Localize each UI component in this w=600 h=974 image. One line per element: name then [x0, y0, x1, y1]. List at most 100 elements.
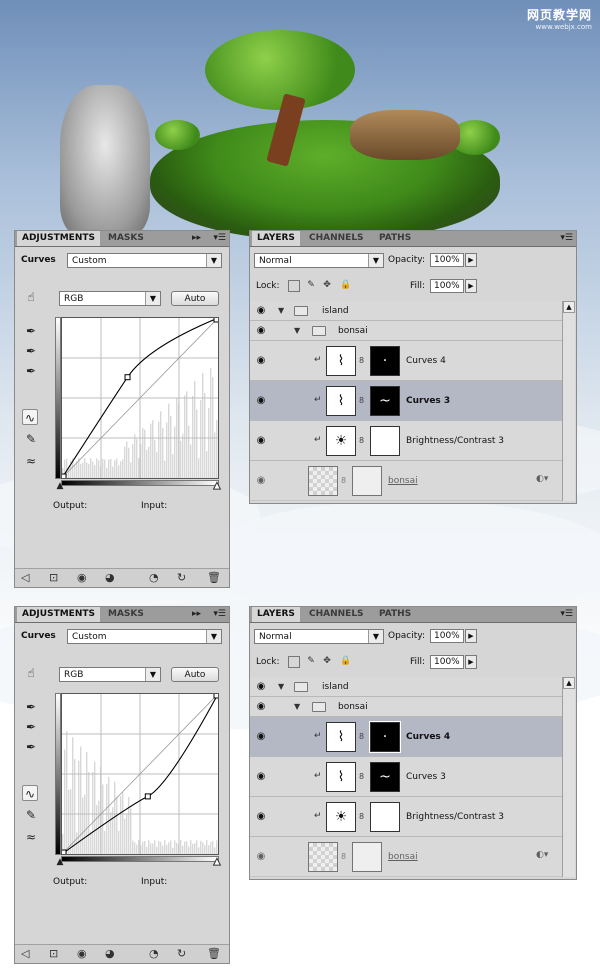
tab-paths[interactable]: PATHS [374, 607, 416, 622]
eye-icon[interactable]: ◉ [254, 355, 268, 367]
layer-brightness-contrast-3[interactable]: ◉ ↵ ☀ 8 Brightness/Contrast 3 [250, 421, 562, 461]
lock-position-icon[interactable]: ✥ [322, 656, 332, 666]
lock-brush-icon[interactable]: ✎ [306, 280, 316, 290]
previous-state-icon[interactable]: ◔ [149, 947, 159, 960]
lock-all-icon[interactable]: 🔒 [340, 280, 351, 290]
on-image-adjust-icon[interactable]: ☝ [23, 289, 39, 305]
lock-all-icon[interactable]: 🔒 [340, 656, 351, 666]
collapse-triangle-icon[interactable]: ▼ [278, 682, 284, 691]
tab-adjustments[interactable]: ADJUSTMENTS [17, 607, 100, 622]
tab-layers[interactable]: LAYERS [252, 607, 300, 622]
back-arrow-icon[interactable]: ◁ [21, 571, 29, 584]
effects-icon[interactable]: ◐▾ [536, 850, 548, 860]
fill-arrow-icon[interactable]: ▶ [465, 279, 477, 293]
black-slider-icon[interactable]: ▲ [55, 857, 65, 867]
pencil-icon[interactable]: ✎ [23, 807, 39, 823]
layer-group-bonsai[interactable]: ◉ ▼ bonsai [250, 697, 562, 717]
tab-channels[interactable]: CHANNELS [304, 231, 369, 246]
lock-brush-icon[interactable]: ✎ [306, 656, 316, 666]
panel-menu-icon[interactable]: ▾☰ [560, 233, 573, 243]
visibility-icon[interactable]: ◕ [105, 571, 115, 584]
opacity-arrow-icon[interactable]: ▶ [465, 629, 477, 643]
fill-arrow-icon[interactable]: ▶ [465, 655, 477, 669]
collapse-triangle-icon[interactable]: ▼ [278, 306, 284, 315]
eye-icon[interactable]: ◉ [254, 395, 268, 407]
layer-curves-3[interactable]: ◉ ↵ ⌇ 8 ~ Curves 3 [250, 381, 562, 421]
fill-input[interactable]: 100% [430, 655, 464, 669]
white-slider-icon[interactable]: ▲ [212, 481, 222, 492]
eye-icon[interactable]: ◉ [254, 475, 268, 487]
tab-masks[interactable]: MASKS [103, 231, 149, 246]
layers-scrollbar[interactable]: ▲ [562, 301, 575, 501]
panel-menu-icon[interactable]: ▾☰ [560, 609, 573, 619]
tab-channels[interactable]: CHANNELS [304, 607, 369, 622]
visibility-icon[interactable]: ◕ [105, 947, 115, 960]
curves-graph[interactable] [60, 692, 220, 856]
auto-button[interactable]: Auto [171, 291, 219, 306]
eye-icon[interactable]: ◉ [254, 731, 268, 743]
collapse-triangle-icon[interactable]: ▼ [294, 702, 300, 711]
white-point-eyedropper-icon[interactable]: ✒ [23, 363, 39, 379]
curves-svg[interactable] [60, 316, 220, 480]
reset-icon[interactable]: ↻ [177, 947, 186, 960]
clip-to-layer-icon[interactable]: ◉ [77, 947, 87, 960]
curve-point-tool-icon[interactable]: ∿ [22, 409, 38, 425]
lock-transparent-icon[interactable] [288, 656, 300, 668]
preset-select[interactable]: Custom ▼ [67, 629, 222, 644]
collapse-icon[interactable]: ▸▸ [192, 609, 201, 619]
preset-select[interactable]: Custom ▼ [67, 253, 222, 268]
opacity-input[interactable]: 100% [430, 253, 464, 267]
gray-point-eyedropper-icon[interactable]: ✒ [23, 719, 39, 735]
smooth-curve-icon[interactable]: ≈ [23, 453, 39, 469]
trash-icon[interactable]: 🗑 [207, 571, 221, 584]
scroll-up-icon[interactable]: ▲ [563, 301, 575, 313]
eye-icon[interactable]: ◉ [254, 811, 268, 823]
layer-curves-4[interactable]: ◉ ↵ ⌇ 8 · Curves 4 [250, 717, 562, 757]
trash-icon[interactable]: 🗑 [207, 947, 221, 960]
lock-transparent-icon[interactable] [288, 280, 300, 292]
eye-icon[interactable]: ◉ [254, 305, 268, 317]
channel-select[interactable]: RGB ▼ [59, 667, 161, 682]
blend-mode-select[interactable]: Normal ▼ [254, 629, 384, 644]
expanded-view-icon[interactable]: ⊡ [49, 571, 58, 584]
black-slider-icon[interactable]: ▲ [55, 481, 65, 491]
smooth-curve-icon[interactable]: ≈ [23, 829, 39, 845]
blend-mode-select[interactable]: Normal ▼ [254, 253, 384, 268]
layer-bonsai[interactable]: ◉ 8 bonsai ◐▾ [250, 837, 562, 877]
black-point-eyedropper-icon[interactable]: ✒ [23, 699, 39, 715]
layer-curves-4[interactable]: ◉ ↵ ⌇ 8 · Curves 4 [250, 341, 562, 381]
lock-position-icon[interactable]: ✥ [322, 280, 332, 290]
layer-brightness-contrast-3[interactable]: ◉ ↵ ☀ 8 Brightness/Contrast 3 [250, 797, 562, 837]
eye-icon[interactable]: ◉ [254, 701, 268, 713]
black-point-eyedropper-icon[interactable]: ✒ [23, 323, 39, 339]
opacity-arrow-icon[interactable]: ▶ [465, 253, 477, 267]
opacity-input[interactable]: 100% [430, 629, 464, 643]
eye-icon[interactable]: ◉ [254, 681, 268, 693]
eye-icon[interactable]: ◉ [254, 325, 268, 337]
back-arrow-icon[interactable]: ◁ [21, 947, 29, 960]
auto-button[interactable]: Auto [171, 667, 219, 682]
tab-masks[interactable]: MASKS [103, 607, 149, 622]
eye-icon[interactable]: ◉ [254, 851, 268, 863]
eye-icon[interactable]: ◉ [254, 771, 268, 783]
white-point-eyedropper-icon[interactable]: ✒ [23, 739, 39, 755]
panel-menu-icon[interactable]: ▾☰ [213, 233, 226, 243]
effects-icon[interactable]: ◐▾ [536, 474, 548, 484]
on-image-adjust-icon[interactable]: ☝ [23, 665, 39, 681]
eye-icon[interactable]: ◉ [254, 435, 268, 447]
gray-point-eyedropper-icon[interactable]: ✒ [23, 343, 39, 359]
curves-svg[interactable] [60, 692, 220, 856]
curve-point-tool-icon[interactable]: ∿ [22, 785, 38, 801]
layer-bonsai[interactable]: ◉ 8 bonsai ◐▾ [250, 461, 562, 501]
layer-group-island[interactable]: ◉ ▼ island [250, 301, 562, 321]
previous-state-icon[interactable]: ◔ [149, 571, 159, 584]
pencil-icon[interactable]: ✎ [23, 431, 39, 447]
tab-adjustments[interactable]: ADJUSTMENTS [17, 231, 100, 246]
white-slider-icon[interactable]: ▲ [212, 857, 222, 868]
reset-icon[interactable]: ↻ [177, 571, 186, 584]
tab-layers[interactable]: LAYERS [252, 231, 300, 246]
layer-group-island[interactable]: ◉ ▼ island [250, 677, 562, 697]
panel-menu-icon[interactable]: ▾☰ [213, 609, 226, 619]
layer-group-bonsai[interactable]: ◉ ▼ bonsai [250, 321, 562, 341]
collapse-triangle-icon[interactable]: ▼ [294, 326, 300, 335]
